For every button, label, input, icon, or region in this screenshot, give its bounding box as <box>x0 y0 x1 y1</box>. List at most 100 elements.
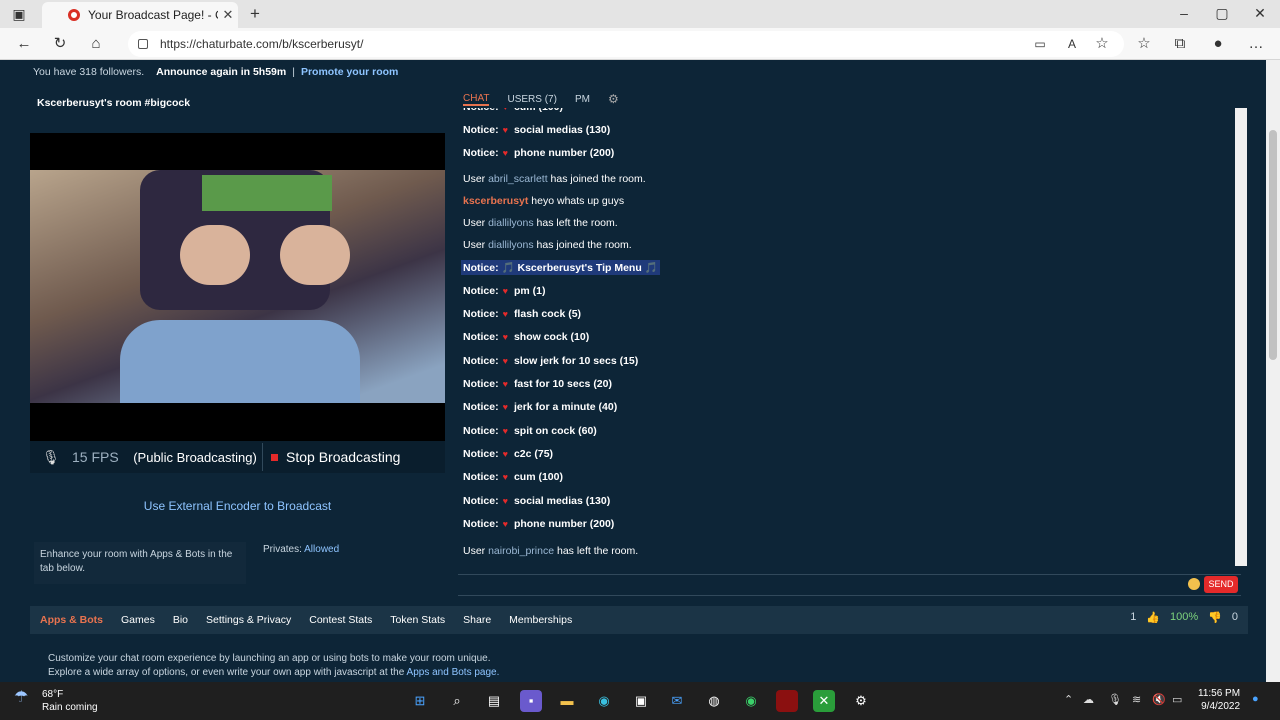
chat-message: Notice: ♥ phone number (200) <box>461 146 616 160</box>
chat-message: Notice: ♥ phone number (200) <box>461 517 616 531</box>
chat-message: Notice: ♥ spit on cock (60) <box>461 424 599 438</box>
stop-broadcasting-label: Stop Broadcasting <box>286 449 401 465</box>
start-icon[interactable]: ⊞ <box>409 690 431 712</box>
page-scrollbar-thumb[interactable] <box>1269 130 1277 360</box>
notice-label: Notice: <box>463 308 499 320</box>
battery-icon[interactable]: ▭ <box>1172 693 1182 706</box>
read-aloud-icon[interactable]: A <box>1060 33 1084 55</box>
chat-scrollbar[interactable] <box>1235 108 1247 566</box>
notice-text: 🎵 Kscerberusyt's Tip Menu 🎵 <box>501 262 658 274</box>
chat-message: User nairobi_prince has left the room. <box>461 544 640 558</box>
message-text: has left the room. <box>556 545 639 557</box>
tab-settings-privacy[interactable]: Settings & Privacy <box>206 614 291 626</box>
satisfaction-votes: 1 👍 100% 👎 0 <box>1130 611 1238 624</box>
stop-broadcasting-button[interactable]: Stop Broadcasting <box>262 443 400 471</box>
privates-setting: Privates: Allowed <box>263 544 339 555</box>
chat-input[interactable] <box>458 574 1241 596</box>
username-link[interactable]: diallilyons <box>488 217 534 229</box>
tab-memberships[interactable]: Memberships <box>509 614 572 626</box>
tab-contest-stats[interactable]: Contest Stats <box>309 614 372 626</box>
notice-label: Notice: <box>463 285 499 297</box>
chat-app-icon[interactable]: ▪ <box>520 690 542 712</box>
tab-token-stats[interactable]: Token Stats <box>390 614 445 626</box>
notice-label: Notice: <box>463 355 499 367</box>
favorite-icon[interactable]: ☆ <box>1090 33 1114 55</box>
tab-share[interactable]: Share <box>463 614 491 626</box>
notice-text: slow jerk for 10 secs (15) <box>513 355 639 367</box>
notice-label: Notice: <box>463 147 499 159</box>
obs-icon[interactable]: ◍ <box>703 690 725 712</box>
username-link[interactable]: nairobi_prince <box>488 545 554 557</box>
favorites-icon[interactable]: ☆ <box>1132 33 1156 55</box>
home-icon[interactable]: ⌂ <box>84 33 108 55</box>
system-clock[interactable]: 11:56 PM 9/4/2022 <box>1198 687 1240 713</box>
file-explorer-icon[interactable]: ▬ <box>556 690 578 712</box>
announce-text: Announce again in 5h59m <box>156 66 287 78</box>
heart-icon: ♥ <box>502 449 508 459</box>
onedrive-icon[interactable]: ☁ <box>1083 693 1094 706</box>
apps-bots-page-link[interactable]: Apps and Bots page. <box>407 667 500 678</box>
close-window-icon[interactable]: ✕ <box>1252 5 1268 22</box>
tab-users[interactable]: USERS (7) <box>507 94 556 105</box>
refresh-icon[interactable]: ↻ <box>48 33 72 55</box>
browser-tab[interactable]: Your Broadcast Page! - Chat ✕ <box>42 2 238 28</box>
wifi-icon[interactable]: ≋ <box>1132 693 1141 706</box>
notice-label: Notice: <box>463 108 499 113</box>
edge-dev-icon[interactable]: ◉ <box>740 690 762 712</box>
username-link[interactable]: diallilyons <box>488 239 534 251</box>
edge-icon[interactable]: ◉ <box>593 690 615 712</box>
tab-bio[interactable]: Bio <box>173 614 188 626</box>
gear-icon[interactable]: ⚙ <box>608 92 619 106</box>
microphone-icon[interactable]: 🎙 <box>30 449 72 466</box>
store-icon[interactable]: ▣ <box>630 690 652 712</box>
tab-pm[interactable]: PM <box>575 94 590 105</box>
promote-room-link[interactable]: Promote your room <box>301 66 398 78</box>
notice-text: show cock (10) <box>513 331 590 343</box>
profile-icon[interactable]: ● <box>1206 33 1230 55</box>
external-encoder-link[interactable]: Use External Encoder to Broadcast <box>30 499 445 513</box>
task-view-icon[interactable]: ▤ <box>483 690 505 712</box>
enhance-room-tip: Enhance your room with Apps & Bots in th… <box>34 542 246 584</box>
broadcast-controls: 🎙 15 FPS (Public Broadcasting) Stop Broa… <box>30 441 445 473</box>
search-icon[interactable]: ⌕ <box>446 690 468 712</box>
app-red-icon[interactable] <box>776 690 798 712</box>
webcam-feed <box>30 170 445 403</box>
mic-tray-icon[interactable]: 🎙 <box>1108 693 1122 706</box>
notice-label: Notice: <box>463 262 499 274</box>
maximize-icon[interactable]: ▢ <box>1214 5 1230 22</box>
more-icon[interactable]: … <box>1244 33 1268 55</box>
tab-games[interactable]: Games <box>121 614 155 626</box>
emoji-icon[interactable] <box>1188 578 1200 590</box>
chat-message: User diallilyons has joined the room. <box>461 238 634 252</box>
camera-icon[interactable]: ▭ <box>1028 33 1052 55</box>
notice-label: Notice: <box>463 425 499 437</box>
chat-message: Notice: ♥ flash cock (5) <box>461 307 583 321</box>
close-tab-icon[interactable]: ✕ <box>218 7 238 23</box>
workspaces-icon[interactable]: ▣ <box>10 6 28 23</box>
username-link[interactable]: kscerberusyt <box>463 195 528 207</box>
username-link[interactable]: abril_scarlett <box>488 173 548 185</box>
mail-icon[interactable]: ✉ <box>666 690 688 712</box>
send-button[interactable]: SEND <box>1204 576 1238 593</box>
weather-widget[interactable]: ☂ 68°F Rain coming <box>14 688 98 714</box>
video-player[interactable] <box>30 133 445 441</box>
notice-text: fast for 10 secs (20) <box>513 378 612 390</box>
url-input[interactable]: https://chaturbate.com/b/kscerberusyt/ <box>128 31 1124 57</box>
notice-text: social medias (130) <box>513 124 611 136</box>
xbox-icon[interactable]: ✕ <box>813 690 835 712</box>
back-icon[interactable]: ← <box>12 33 36 55</box>
heart-icon: ♥ <box>502 148 508 158</box>
tab-apps-bots[interactable]: Apps & Bots <box>40 614 103 626</box>
page-scrollbar[interactable] <box>1266 60 1280 682</box>
heart-icon: ♥ <box>502 286 508 296</box>
privates-value[interactable]: Allowed <box>304 544 339 555</box>
minimize-icon[interactable]: – <box>1176 5 1192 21</box>
tab-chat[interactable]: CHAT <box>463 93 490 106</box>
notifications-icon[interactable]: ● <box>1252 693 1259 705</box>
tray-overflow-icon[interactable]: ⌃ <box>1064 693 1073 706</box>
collections-icon[interactable]: ⧉ <box>1168 33 1192 55</box>
separator: | <box>292 66 295 78</box>
settings-icon[interactable]: ⚙ <box>850 690 872 712</box>
new-tab-icon[interactable]: + <box>246 4 264 24</box>
volume-icon[interactable]: 🔇 <box>1152 693 1166 706</box>
